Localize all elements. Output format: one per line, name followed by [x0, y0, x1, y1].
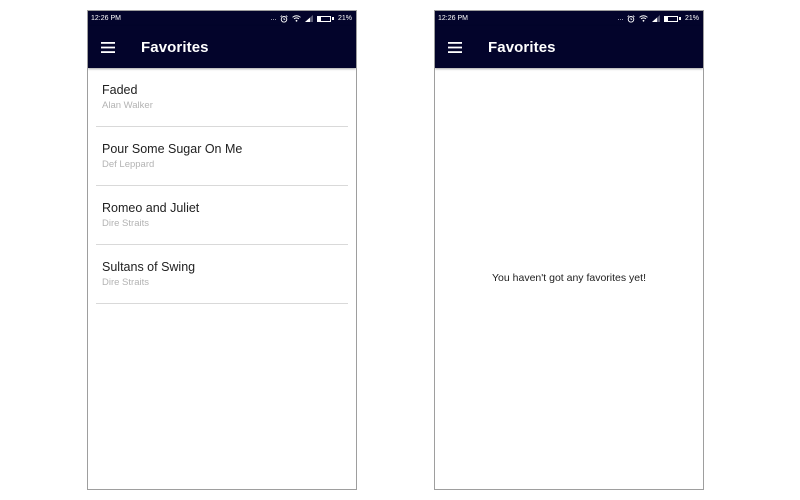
empty-state-message: You haven't got any favorites yet!: [492, 272, 646, 284]
song-artist: Def Leppard: [102, 159, 155, 170]
wifi-icon: [639, 15, 649, 22]
status-time: 12:26 PM: [91, 15, 121, 22]
battery-icon: [664, 15, 681, 22]
phone-screen-favorites-list: 12:26 PM ... 21% Favorites Faded Alan Wa…: [87, 10, 357, 490]
battery-icon: [317, 15, 334, 22]
favorites-list: Faded Alan Walker Pour Some Sugar On Me …: [88, 68, 356, 304]
app-title: Favorites: [141, 38, 209, 56]
song-title: Pour Some Sugar On Me: [102, 142, 243, 156]
status-bar: 12:26 PM ... 21%: [88, 11, 356, 26]
battery-level: [665, 16, 668, 21]
song-title: Romeo and Juliet: [102, 201, 200, 215]
song-artist: Dire Straits: [102, 218, 149, 229]
status-time: 12:26 PM: [438, 15, 468, 22]
song-title: Faded: [102, 83, 138, 97]
status-icons: ... 21%: [270, 14, 352, 23]
hamburger-menu-icon: [448, 41, 462, 53]
wifi-icon: [292, 15, 302, 22]
menu-button[interactable]: [435, 26, 475, 68]
app-bar: Favorites: [435, 26, 703, 68]
app-bar: Favorites: [88, 26, 356, 68]
signal-icon: [652, 15, 661, 22]
song-artist: Alan Walker: [102, 100, 153, 111]
list-item[interactable]: Sultans of Swing Dire Straits: [96, 245, 348, 304]
status-icons: ... 21%: [617, 14, 699, 23]
hamburger-menu-icon: [101, 41, 115, 53]
status-bar: 12:26 PM ... 21%: [435, 11, 703, 26]
alarm-icon: [627, 14, 636, 23]
list-item[interactable]: Romeo and Juliet Dire Straits: [96, 186, 348, 245]
battery-percent: 21%: [337, 15, 352, 22]
list-item[interactable]: Pour Some Sugar On Me Def Leppard: [96, 127, 348, 186]
list-item[interactable]: Faded Alan Walker: [96, 68, 348, 127]
song-artist: Dire Straits: [102, 277, 149, 288]
phone-screen-favorites-empty: 12:26 PM ... 21% Favorites You haven't g…: [434, 10, 704, 490]
more-notifications-icon: ...: [270, 15, 277, 22]
battery-percent: 21%: [684, 15, 699, 22]
signal-icon: [305, 15, 314, 22]
app-title: Favorites: [488, 38, 556, 56]
alarm-icon: [280, 14, 289, 23]
more-notifications-icon: ...: [617, 15, 624, 22]
battery-level: [318, 16, 321, 21]
song-title: Sultans of Swing: [102, 260, 196, 274]
menu-button[interactable]: [88, 26, 128, 68]
